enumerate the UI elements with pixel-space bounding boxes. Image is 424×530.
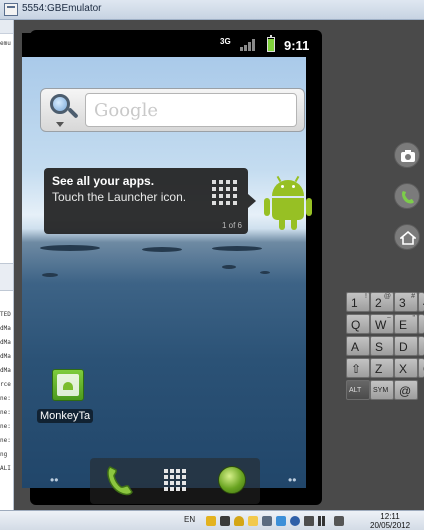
phone-icon[interactable] [104,463,134,497]
signal-strength-icon [240,39,256,51]
key-c-partial[interactable]: C [418,358,424,378]
android-robot-icon[interactable] [264,175,312,232]
network-type: 3G [220,37,231,46]
google-search-widget[interactable] [40,88,305,132]
key-3[interactable]: 3 # [394,292,418,312]
landscape-island [212,246,262,251]
monkeytalk-app-icon[interactable] [52,369,84,401]
call-button[interactable] [394,183,420,209]
home-button[interactable] [394,224,420,250]
key-q[interactable]: Q [346,314,370,334]
log-line: ne: [0,395,11,402]
status-bar: 3G 9:11 [22,33,310,57]
key-x[interactable]: X [394,358,418,378]
key-e[interactable]: E " [394,314,418,334]
app-window-icon [4,3,18,16]
log-line: dMa [0,339,11,346]
key-alt[interactable]: ALT [346,380,370,400]
log-line: ne: [0,437,11,444]
taskbar-clock[interactable]: 12:11 20/05/2012 [370,512,410,530]
battery-icon [267,35,275,52]
landscape-island [142,247,182,252]
launcher-grid-icon [212,180,242,210]
device-icon[interactable] [304,516,314,526]
log-line: TED [0,311,11,318]
window-title: 5554:GBEmulator [22,3,102,14]
landscape-island [260,271,270,274]
key-a[interactable]: A [346,336,370,356]
key-r-partial[interactable]: R [418,314,424,334]
log-line: rce [0,381,11,388]
log-line: dMa [0,325,11,332]
key-d[interactable]: D [394,336,418,356]
tray-app-icon[interactable] [248,516,258,526]
bluetooth-icon[interactable] [290,516,300,526]
network-icon[interactable] [318,516,328,526]
log-line: emu [0,40,11,47]
home-icon [400,230,416,245]
search-engine-dropdown-icon[interactable] [56,122,64,127]
tray-app-icon[interactable] [206,516,216,526]
dock-page-indicator-left[interactable]: •• [50,473,58,487]
key-at[interactable]: @ [394,380,418,400]
key-2[interactable]: 2 @ [370,292,394,312]
tray-app-icon[interactable] [262,516,272,526]
key-f-partial[interactable]: F [418,336,424,356]
log-line: dMa [0,367,11,374]
camera-button[interactable] [394,142,420,168]
landscape-island [40,245,100,251]
background-window-tab[interactable] [0,263,13,291]
search-box[interactable] [85,93,297,127]
log-line: dMa [0,353,11,360]
key-w[interactable]: W ~ [370,314,394,334]
log-line: ne: [0,423,11,430]
dock-page-indicator-right[interactable]: •• [288,473,296,487]
landscape-island [42,273,58,277]
launcher-hint-tooltip[interactable]: See all your apps. Touch the Launcher ic… [44,168,256,234]
tooltip-body: Touch the Launcher icon. [52,190,187,204]
windows-taskbar: EN 12:11 20/05/2012 [0,510,424,530]
background-window-toolbar [0,20,13,34]
tooltip-page-indicator: 1 of 6 [221,221,242,230]
key-1[interactable]: 1! [346,292,370,312]
app-launcher-icon[interactable] [164,469,186,491]
log-line: ALI [0,465,11,472]
browser-globe-icon[interactable] [218,466,246,494]
app-shortcut-label[interactable]: MonkeyTa [37,409,94,423]
log-line: ne: [0,409,11,416]
key-shift[interactable]: ⇧ [346,358,370,378]
tooltip-title: See all your apps. [52,174,155,188]
tray-app-icon[interactable] [276,516,286,526]
taskbar-time: 12:11 [380,512,400,521]
shield-icon[interactable] [234,516,244,526]
speaker-icon[interactable] [334,516,344,526]
tray-app-icon[interactable] [220,516,230,526]
log-line: ng [0,451,8,458]
language-indicator[interactable]: EN [184,515,195,524]
emulator-keypad: 1! 2@ 3# 4 Q W~ E" R A S D F ⇧ Z X C ALT… [344,292,424,400]
background-window[interactable]: emu TED dMa dMa dMa dMa rce ne: ne: ne: … [0,20,14,510]
window-title-bar[interactable]: 5554:GBEmulator [0,0,424,20]
key-sym[interactable]: SYM [370,380,394,400]
key-4-partial[interactable]: 4 [418,292,424,312]
call-icon [402,191,414,204]
landscape-island [222,265,236,269]
status-time: 9:11 [284,38,310,53]
key-s[interactable]: S [370,336,394,356]
search-input[interactable] [94,98,290,122]
search-icon[interactable] [49,93,79,123]
key-z[interactable]: Z [370,358,394,378]
camera-icon [401,150,415,162]
taskbar-date: 20/05/2012 [370,521,411,530]
